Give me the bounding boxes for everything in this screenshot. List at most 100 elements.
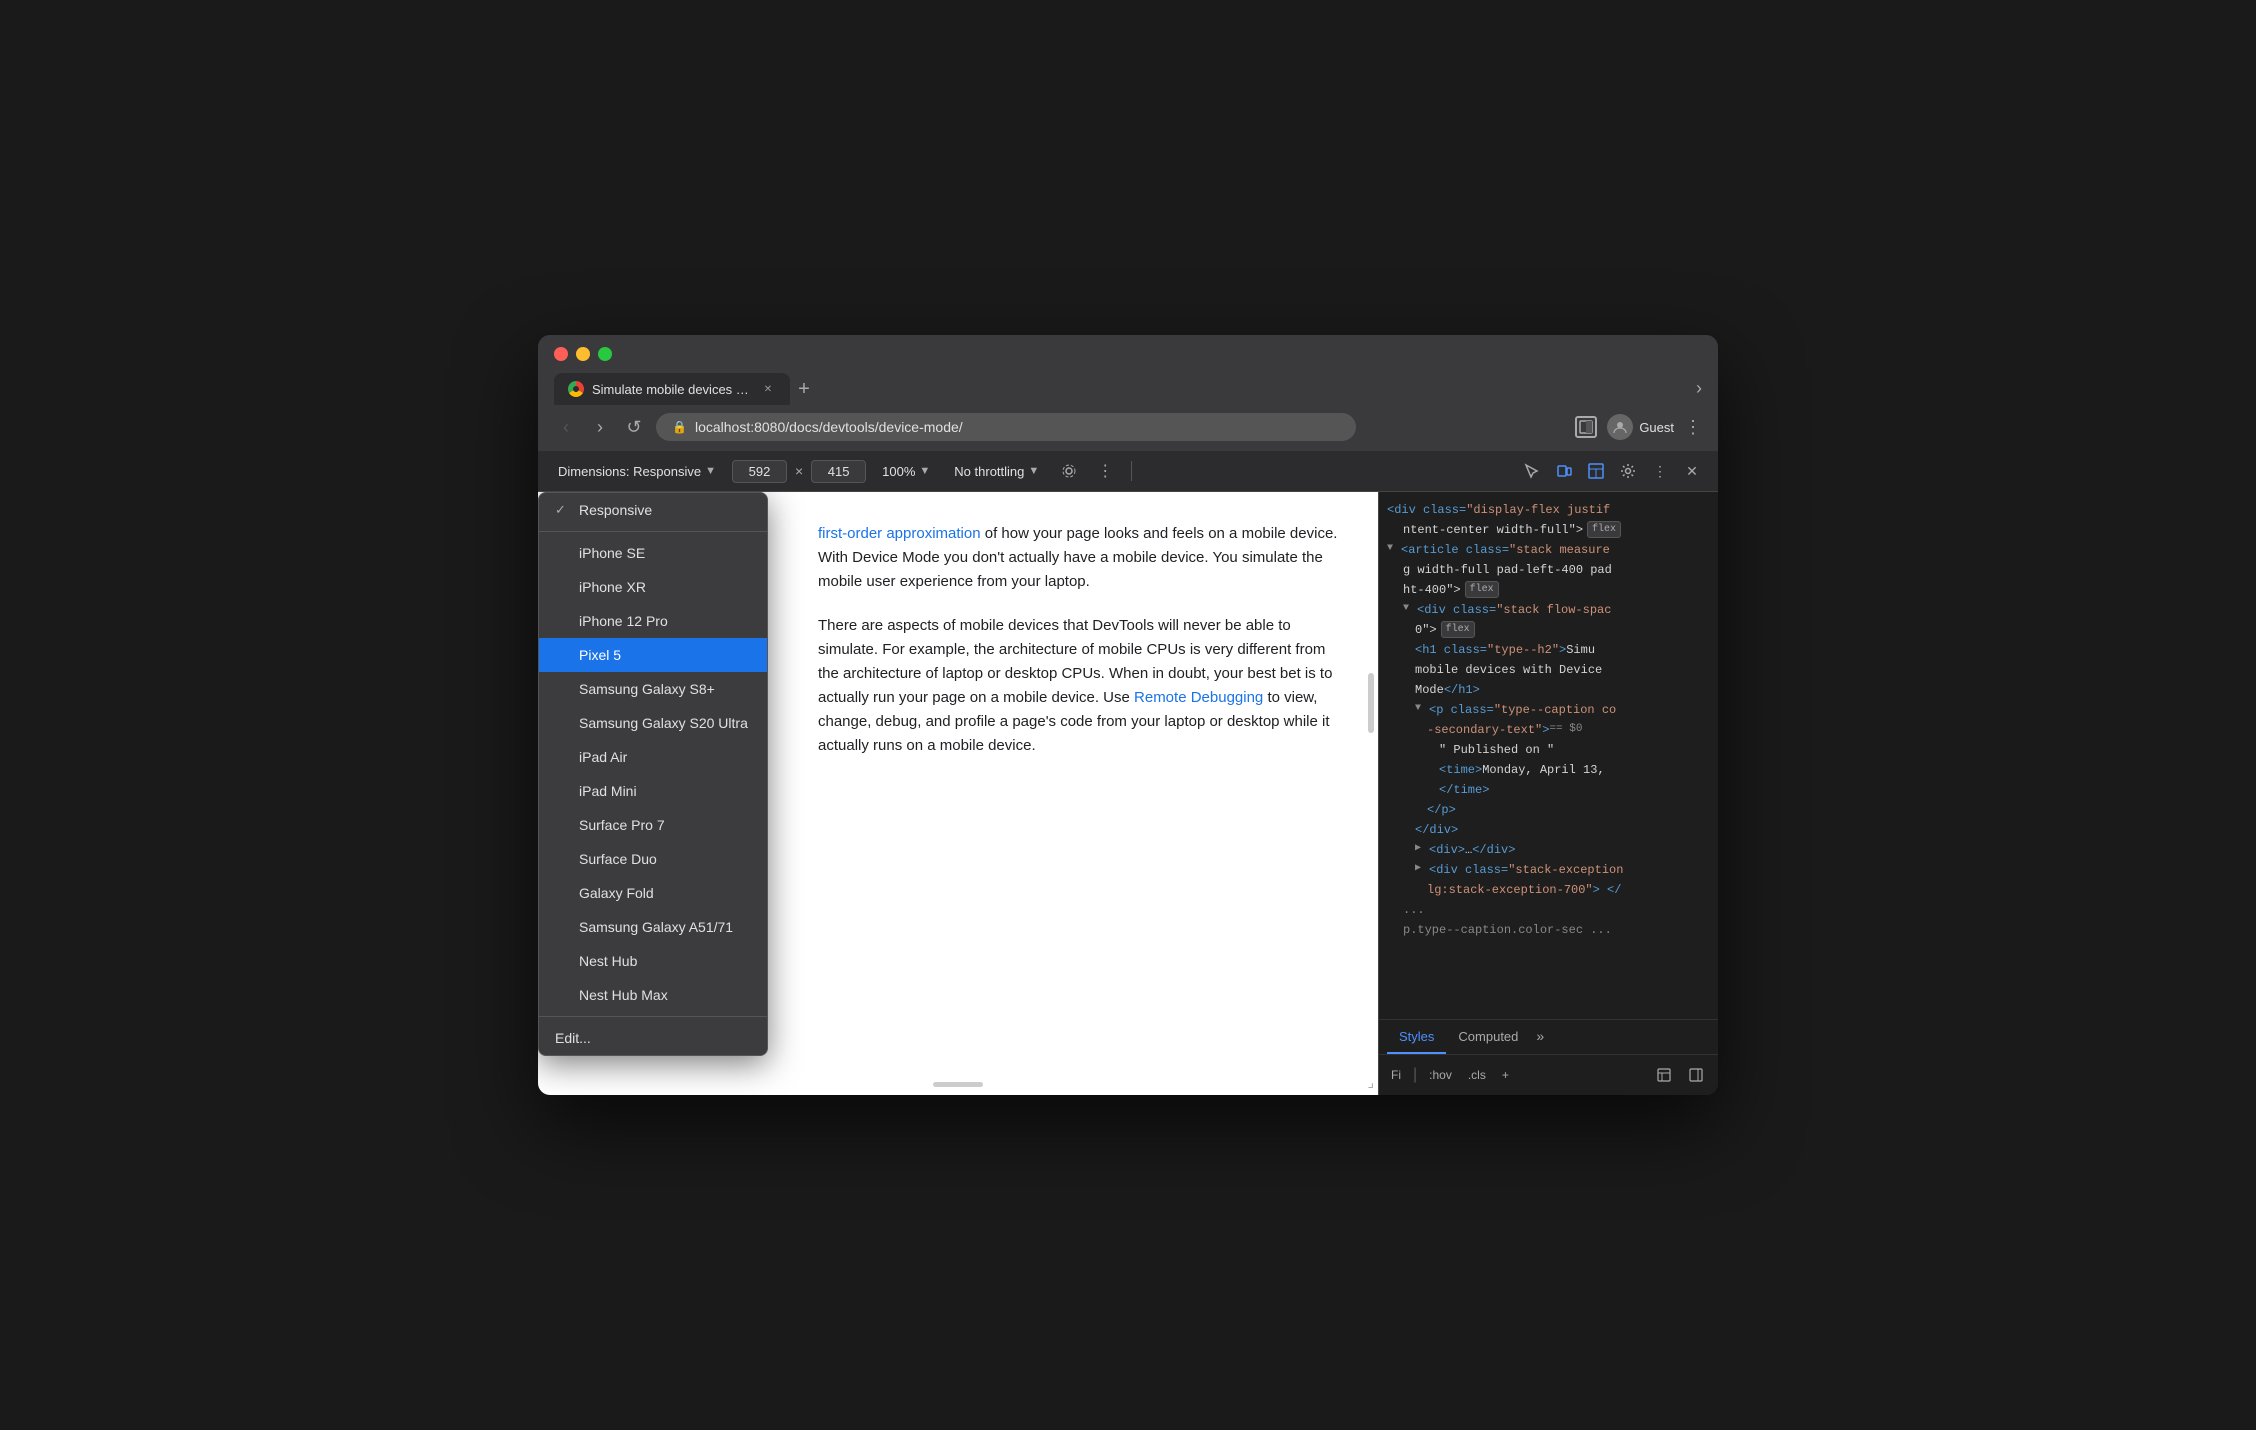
dropdown-item-samsung-s8[interactable]: Samsung Galaxy S8+ [539, 672, 767, 706]
filter-input[interactable]: Fi [1387, 1066, 1405, 1084]
user-avatar[interactable] [1607, 414, 1633, 440]
device-dropdown-menu: ✓ Responsive iPhone SE iPhone XR iPh [538, 492, 768, 1056]
html-value: lg:stack-exception-700" [1427, 881, 1593, 899]
tab-menu-button[interactable]: › [1696, 378, 1702, 399]
dropdown-item-surface-pro[interactable]: Surface Pro 7 [539, 808, 767, 842]
chrome-icon [568, 381, 584, 397]
settings-button[interactable] [1614, 457, 1642, 485]
elements-panel-button[interactable] [1582, 457, 1610, 485]
browser-menu-button[interactable]: ⋮ [1684, 417, 1702, 438]
html-text: g width-full pad-left-400 pad [1403, 561, 1612, 579]
device-mode-button[interactable] [1550, 457, 1578, 485]
page-inner: first-order approximation of how your pa… [778, 492, 1378, 808]
add-style-button[interactable]: + [1498, 1066, 1513, 1084]
html-tag: </div> [1415, 821, 1458, 839]
minimize-window-button[interactable] [576, 347, 590, 361]
html-tag: <article class= [1401, 541, 1509, 559]
sensors-button[interactable] [1055, 457, 1083, 485]
html-text: 0"> [1415, 621, 1437, 639]
devtools-panel: <div class="display-flex justif ntent-ce… [1378, 492, 1718, 1095]
computed-style-icon[interactable] [1650, 1061, 1678, 1089]
hov-filter[interactable]: :hov [1425, 1066, 1456, 1084]
dropdown-item-iphone-se[interactable]: iPhone SE [539, 536, 767, 570]
tab-close-button[interactable]: ✕ [760, 381, 776, 397]
code-line: 0"> flex [1387, 620, 1710, 640]
refresh-button[interactable]: ↺ [622, 417, 646, 438]
active-tab[interactable]: Simulate mobile devices with D ✕ [554, 373, 790, 405]
dollar-zero: == $0 [1549, 721, 1582, 738]
filter-sep: | [1413, 1066, 1417, 1084]
devtools-toggle-button[interactable] [1575, 416, 1597, 438]
flex-badge: flex [1441, 621, 1475, 638]
devtools-more-button[interactable]: ⋮ [1646, 457, 1674, 485]
toolbar-separator [1131, 461, 1132, 481]
dropdown-edit-button[interactable]: Edit... [539, 1021, 767, 1055]
first-order-link[interactable]: first-order approximation [818, 525, 981, 542]
dropdown-item-responsive[interactable]: ✓ Responsive [539, 493, 767, 527]
dropdown-label: iPhone SE [579, 545, 645, 561]
inspect-element-button[interactable] [1518, 457, 1546, 485]
throttle-dropdown[interactable]: No throttling ▼ [946, 460, 1047, 483]
html-tag: <div class= [1417, 601, 1496, 619]
forward-button[interactable]: › [588, 417, 612, 438]
dropdown-item-samsung-a51[interactable]: Samsung Galaxy A51/71 [539, 910, 767, 944]
zoom-dropdown[interactable]: 100% ▼ [874, 460, 938, 483]
html-text: ht-400"> [1403, 581, 1461, 599]
width-input[interactable] [732, 460, 787, 483]
dropdown-item-ipad-air[interactable]: iPad Air [539, 740, 767, 774]
page-content: ✓ Responsive iPhone SE iPhone XR iPh [538, 492, 1378, 1095]
devtools-icons: ⋮ ✕ [1518, 457, 1706, 485]
dropdown-item-iphone-xr[interactable]: iPhone XR [539, 570, 767, 604]
cls-filter[interactable]: .cls [1464, 1066, 1490, 1084]
html-text: Monday, April 13, [1482, 761, 1604, 779]
toggle-icon[interactable]: ▼ [1403, 601, 1415, 616]
dropdown-label: iPhone XR [579, 579, 646, 595]
toggle-sidebar-icon[interactable] [1682, 1061, 1710, 1089]
toggle-icon[interactable]: ▼ [1387, 541, 1399, 556]
dropdown-item-samsung-s20[interactable]: Samsung Galaxy S20 Ultra [539, 706, 767, 740]
dropdown-item-nest-hub-max[interactable]: Nest Hub Max [539, 978, 767, 1012]
dropdown-label: Samsung Galaxy S20 Ultra [579, 715, 748, 731]
toggle-icon[interactable]: ▶ [1415, 861, 1427, 876]
remote-debugging-link[interactable]: Remote Debugging [1134, 689, 1263, 706]
dropdown-item-surface-duo[interactable]: Surface Duo [539, 842, 767, 876]
html-text: … [1465, 841, 1472, 859]
back-button[interactable]: ‹ [554, 417, 578, 438]
resize-handle[interactable]: ⌟ [1367, 1074, 1374, 1091]
html-value: "stack flow-spac [1496, 601, 1611, 619]
throttle-chevron-icon: ▼ [1028, 465, 1039, 477]
zoom-label: 100% [882, 464, 915, 479]
user-name: Guest [1639, 420, 1674, 435]
main-area: Dimensions: Responsive ▼ × 100% ▼ No thr… [538, 451, 1718, 1095]
html-text: Simu [1566, 641, 1595, 659]
code-line: <h1 class="type--h2">Simu [1387, 640, 1710, 660]
more-options-button[interactable]: ⋮ [1091, 457, 1119, 485]
height-input[interactable] [811, 460, 866, 483]
close-devtools-button[interactable]: ✕ [1678, 457, 1706, 485]
toggle-icon[interactable]: ▶ [1415, 841, 1427, 856]
html-tag: > [1542, 721, 1549, 739]
filter-bar: Fi | :hov .cls + [1379, 1055, 1718, 1095]
dropdown-label: Nest Hub Max [579, 987, 668, 1003]
toggle-icon[interactable]: ▼ [1415, 701, 1427, 716]
dimensions-dropdown[interactable]: Dimensions: Responsive ▼ [550, 460, 724, 483]
tab-styles[interactable]: Styles [1387, 1021, 1446, 1054]
dropdown-item-galaxy-fold[interactable]: Galaxy Fold [539, 876, 767, 910]
tab-computed[interactable]: Computed [1446, 1021, 1530, 1054]
dropdown-label: Samsung Galaxy S8+ [579, 681, 715, 697]
address-bar: ‹ › ↺ 🔒 localhost:8080/docs/devtools/dev… [538, 405, 1718, 451]
html-text: " Published on " [1439, 741, 1554, 759]
size-separator: × [795, 463, 803, 479]
dropdown-label: Samsung Galaxy A51/71 [579, 919, 733, 935]
url-bar[interactable]: 🔒 localhost:8080/docs/devtools/device-mo… [656, 413, 1356, 441]
dropdown-item-nest-hub[interactable]: Nest Hub [539, 944, 767, 978]
maximize-window-button[interactable] [598, 347, 612, 361]
dropdown-item-pixel-5[interactable]: Pixel 5 [539, 638, 767, 672]
tab-more[interactable]: » [1530, 1020, 1550, 1054]
close-window-button[interactable] [554, 347, 568, 361]
dropdown-item-iphone-12-pro[interactable]: iPhone 12 Pro [539, 604, 767, 638]
new-tab-button[interactable]: + [790, 375, 818, 403]
dropdown-item-ipad-mini[interactable]: iPad Mini [539, 774, 767, 808]
code-line: -secondary-text"> == $0 [1387, 720, 1710, 740]
tab-title: Simulate mobile devices with D [592, 382, 752, 397]
